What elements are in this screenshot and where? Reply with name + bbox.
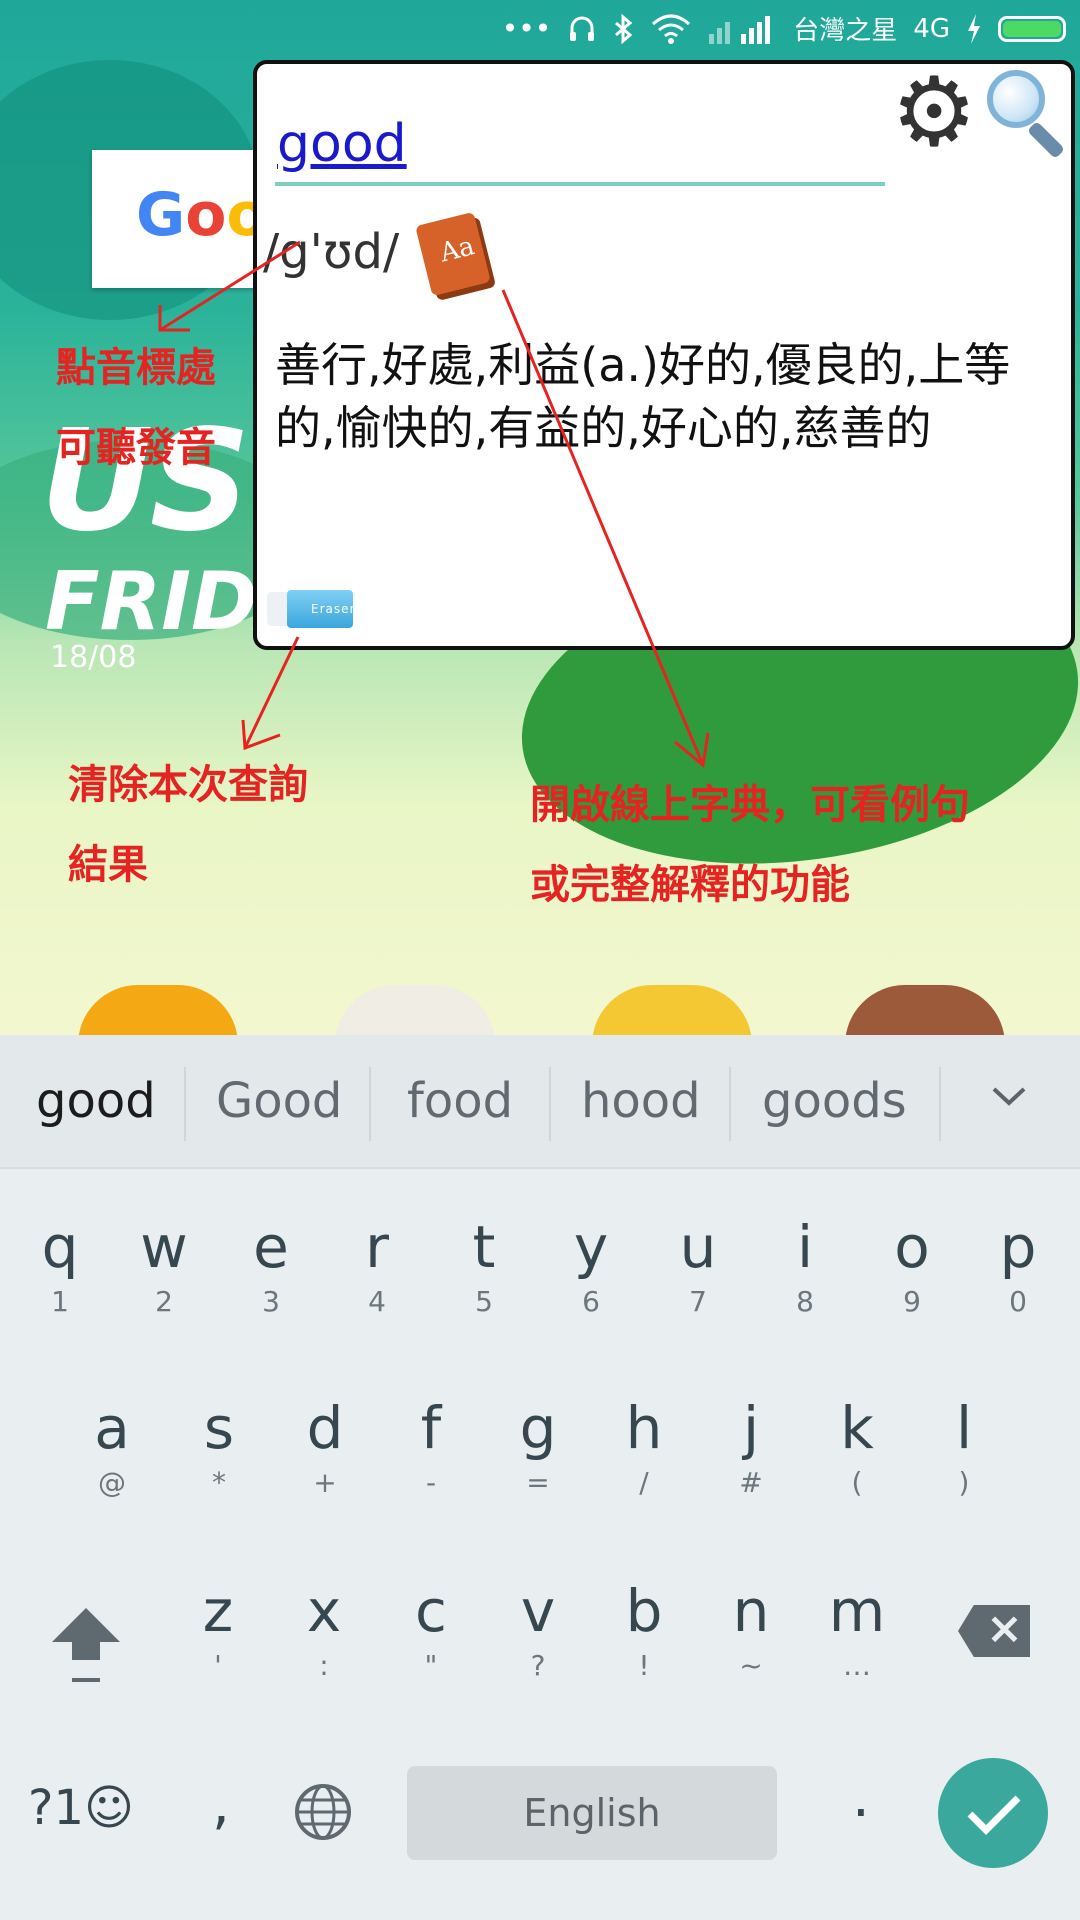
- dictionary-popup: good ⚙ /g'ʊd/ Aa 善行,好處,利益(a.)好的,優良的,上等的,…: [253, 60, 1075, 650]
- headset-icon: [570, 16, 595, 41]
- annotation-text: 可聽發音: [56, 425, 216, 471]
- annotation-text: 或完整解釋的功能: [530, 862, 850, 908]
- app-icon[interactable]: [592, 985, 752, 1035]
- key-v[interactable]: v?: [488, 1576, 588, 1686]
- key-j[interactable]: j #: [701, 1393, 801, 1503]
- eraser-label: Eraser: [311, 602, 356, 616]
- wallpaper-date: 18/08: [50, 640, 137, 675]
- key-t[interactable]: t5: [434, 1212, 534, 1322]
- annotation-clear: 清除本次查詢 結果: [68, 745, 308, 905]
- network-type: 4G: [913, 13, 950, 44]
- battery-icon: [998, 15, 1066, 42]
- wifi-icon: [652, 14, 691, 44]
- period-key[interactable]: .: [852, 1765, 870, 1830]
- more-icon: •••: [501, 12, 552, 45]
- key-y[interactable]: y6: [541, 1212, 641, 1322]
- key-a[interactable]: a @: [62, 1393, 162, 1503]
- key-c[interactable]: c ": [381, 1576, 481, 1686]
- check-icon: [967, 1795, 1021, 1835]
- annotation-text: 結果: [68, 842, 148, 888]
- comma-key[interactable]: ,: [212, 1772, 230, 1837]
- key-b[interactable]: b!: [594, 1576, 694, 1686]
- suggestion-item[interactable]: Good: [216, 1073, 342, 1129]
- signal-icon: [709, 15, 771, 44]
- phonetic-symbol[interactable]: /g'ʊd/: [263, 224, 399, 280]
- key-p[interactable]: p0: [968, 1212, 1068, 1322]
- definition-text: 善行,好處,利益(a.)好的,優良的,上等的,愉快的,有益的,好心的,慈善的: [275, 338, 1011, 455]
- charging-icon: [968, 13, 980, 44]
- key-w[interactable]: w2: [114, 1212, 214, 1322]
- key-x[interactable]: x:: [274, 1576, 374, 1686]
- online-dictionary-icon[interactable]: Aa: [415, 211, 491, 298]
- google-logo: Goo: [136, 180, 268, 250]
- shift-icon[interactable]: [46, 1600, 126, 1690]
- symbols-key[interactable]: ?1☺: [28, 1780, 134, 1836]
- annotation-text: 開啟線上字典，可看例句: [530, 782, 970, 828]
- key-s[interactable]: s *: [169, 1393, 269, 1503]
- key-r[interactable]: r4: [327, 1212, 427, 1322]
- key-o[interactable]: o9: [862, 1212, 962, 1322]
- key-d[interactable]: d +: [275, 1393, 375, 1503]
- suggestion-bar: good Good food hood goods: [0, 1035, 1080, 1169]
- key-m[interactable]: m…: [807, 1576, 907, 1686]
- app-icon[interactable]: [78, 985, 238, 1035]
- status-bar: ••• 台灣之星 4G: [0, 0, 1080, 62]
- suggestion-item[interactable]: hood: [581, 1073, 701, 1129]
- chevron-down-icon[interactable]: [978, 1065, 1040, 1127]
- key-h[interactable]: h /: [594, 1393, 694, 1503]
- key-q[interactable]: q1: [10, 1212, 110, 1322]
- enter-button[interactable]: [938, 1758, 1048, 1868]
- gear-icon[interactable]: ⚙: [891, 64, 983, 160]
- annotation-text: 點音標處: [56, 345, 216, 391]
- key-z[interactable]: z ': [168, 1576, 268, 1686]
- annotation-text: 清除本次查詢: [68, 762, 308, 808]
- book-label: Aa: [437, 231, 478, 269]
- annotation-pronounce: 點音標處 可聽發音: [56, 328, 216, 488]
- search-word[interactable]: good: [277, 114, 407, 174]
- search-icon[interactable]: [987, 70, 1077, 160]
- key-f[interactable]: f-: [381, 1393, 481, 1503]
- globe-icon[interactable]: [294, 1783, 352, 1841]
- key-i[interactable]: i8: [755, 1212, 855, 1322]
- app-icon[interactable]: [335, 985, 495, 1035]
- key-k[interactable]: k(: [807, 1393, 907, 1503]
- app-icon[interactable]: [845, 985, 1005, 1035]
- annotation-online-dictionary: 開啟線上字典，可看例句 或完整解釋的功能: [530, 765, 970, 925]
- key-l[interactable]: l): [914, 1393, 1014, 1503]
- key-e[interactable]: e3: [221, 1212, 321, 1322]
- bluetooth-icon: [615, 13, 633, 44]
- suggestion-item[interactable]: goods: [762, 1073, 907, 1129]
- key-u[interactable]: u7: [648, 1212, 748, 1322]
- key-g[interactable]: g =: [488, 1393, 588, 1503]
- suggestion-item[interactable]: food: [407, 1073, 513, 1129]
- key-n[interactable]: n ~: [701, 1576, 801, 1686]
- input-underline: [275, 182, 885, 186]
- suggestion-item[interactable]: good: [36, 1073, 156, 1129]
- eraser-icon[interactable]: Eraser: [267, 586, 355, 632]
- space-bar[interactable]: English: [407, 1766, 777, 1860]
- carrier-name: 台灣之星: [793, 16, 898, 46]
